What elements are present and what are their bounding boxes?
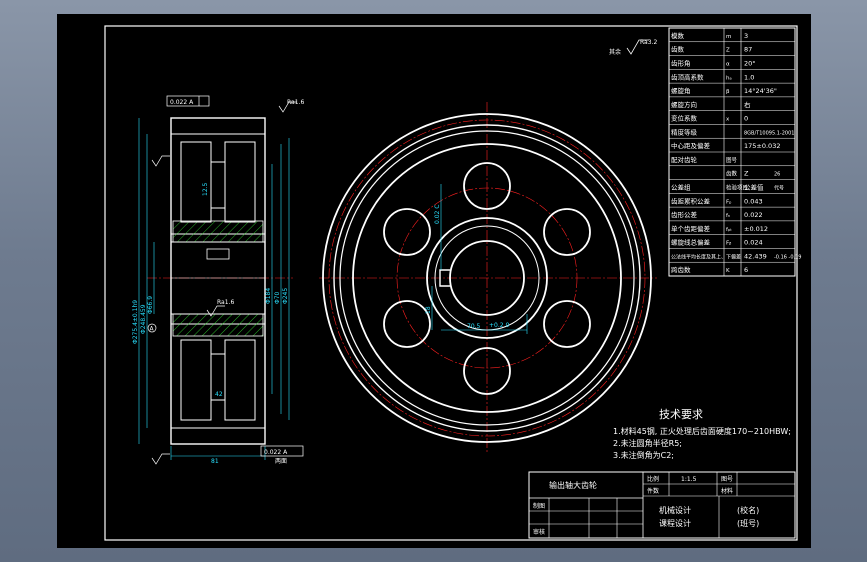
param-label: 齿数 bbox=[671, 45, 685, 54]
param-symbol: Z bbox=[726, 48, 730, 54]
dim-keyway-width: 18 bbox=[425, 306, 432, 314]
param-value: 公差值 bbox=[744, 182, 764, 191]
param-label: 螺旋角 bbox=[671, 86, 691, 95]
param-value: 0 bbox=[744, 115, 748, 123]
param-symbol: hₐ bbox=[726, 75, 732, 81]
part-name: 输出轴大齿轮 bbox=[549, 480, 597, 490]
param-symbol: x bbox=[726, 117, 730, 123]
param-symbol: m bbox=[726, 34, 731, 40]
ratio-label: 比例 bbox=[647, 475, 659, 483]
param-label: 模数 bbox=[671, 31, 685, 40]
front-view-dimensions bbox=[431, 184, 528, 334]
tolerance-bottom-text: 0.022 A bbox=[264, 449, 288, 456]
param-value: 6 bbox=[744, 266, 748, 274]
technical-requirements: 技术要求 1.材料45钢, 正火处理后齿面硬度170~210HBW; 2.未注圆… bbox=[613, 408, 791, 460]
param-label: 齿顶高系数 bbox=[671, 72, 704, 81]
param-symbol: K bbox=[726, 268, 730, 274]
tech-title: 技术要求 bbox=[659, 408, 703, 421]
param-value: 3 bbox=[744, 32, 748, 40]
param-value: 0.024 bbox=[744, 239, 763, 247]
param-label: 单个齿距偏差 bbox=[671, 224, 711, 233]
class-number: (班号) bbox=[737, 518, 759, 528]
datum-a-marker: A bbox=[147, 323, 157, 333]
dim-outer-diameter: Φ275.4±0.1h9 bbox=[132, 300, 139, 344]
dim-bore-diameter: Φ66.9 bbox=[147, 296, 154, 314]
param-value: ±0.012 bbox=[744, 225, 768, 233]
param-value: 42.439 bbox=[744, 252, 767, 260]
param-label: 齿形角 bbox=[671, 58, 691, 67]
param-value: 87 bbox=[744, 46, 752, 54]
param-symbol: Fᵦ bbox=[726, 241, 731, 247]
param-label: 跨齿数 bbox=[671, 265, 691, 274]
param-label: 公法线平均长度及其上、下偏差 bbox=[671, 253, 741, 260]
param-label: 变位系数 bbox=[671, 114, 698, 123]
param-value: 1.0 bbox=[744, 73, 754, 81]
count-label: 件数 bbox=[647, 487, 659, 495]
ratio-value: 1:1.5 bbox=[681, 476, 697, 483]
rough-top: Ra1.6 bbox=[287, 99, 304, 106]
dim-left-note: 12.5 bbox=[202, 182, 209, 196]
param-value: Z bbox=[744, 170, 749, 178]
param-symbol: fₚₜ bbox=[726, 227, 732, 233]
drawing-number-label: 图号 bbox=[721, 476, 733, 483]
param-label: 螺旋方向 bbox=[671, 100, 697, 109]
param-value: 右 bbox=[744, 100, 751, 109]
dim-web-diameter: Φ184 bbox=[265, 288, 272, 304]
param-value: 0.043 bbox=[744, 197, 763, 205]
dim-hub-diameter: Φ70 bbox=[274, 291, 281, 304]
param-value-2: 代号 bbox=[774, 184, 784, 191]
param-value: 175±0.032 bbox=[744, 142, 780, 150]
param-symbol: fₙ bbox=[726, 213, 730, 219]
tolerance-top-text: 0.022 A bbox=[170, 99, 194, 106]
dim-pitch-diameter: Φ248.459 bbox=[140, 304, 147, 334]
dim-keyway-depth-tol: +0.2 0 bbox=[489, 322, 509, 329]
dim-slot: 42 bbox=[215, 391, 223, 398]
param-label: 精度等级 bbox=[671, 127, 698, 136]
param-symbol: β bbox=[726, 89, 730, 95]
dim-face-width: 81 bbox=[211, 458, 219, 465]
param-value-2: 26 bbox=[774, 172, 780, 178]
dim-rim-diameter: Φ245 bbox=[282, 288, 289, 304]
course-name: 机械设计 bbox=[659, 505, 691, 515]
param-value-2: -0.16 -0.19 bbox=[774, 254, 801, 260]
gear-parameter-table: 模数 m 3 齿数 Z 87 齿形角 α 20° 齿顶高系数 hₐ 1.0 螺旋角 β 14°24'36" 螺… bbox=[668, 27, 801, 277]
tech-item-2: 2.未注圆角半径R5; bbox=[613, 438, 682, 448]
draw-label: 制图 bbox=[533, 502, 545, 510]
param-symbol: α bbox=[726, 61, 730, 67]
param-value: 8GB/T10095.1-2001 bbox=[744, 130, 794, 136]
param-value: 0.022 bbox=[744, 211, 763, 219]
school-name: (校名) bbox=[737, 505, 759, 515]
param-value: 20° bbox=[744, 59, 756, 67]
project-name: 课程设计 bbox=[659, 518, 691, 528]
param-label: 螺旋线总偏差 bbox=[671, 238, 711, 247]
dim-keyway-tolerance: 0.02 C bbox=[434, 205, 441, 224]
param-label: 公差组 bbox=[671, 182, 691, 191]
dim-keyway-depth: 70.5 bbox=[467, 323, 481, 330]
param-label: 齿距累积公差 bbox=[671, 196, 711, 205]
other-label: 其余 bbox=[609, 48, 621, 56]
tech-item-3: 3.未注倒角为C2; bbox=[613, 450, 674, 460]
drawing-sheet: 其余 Ra3.2 Φ275.4±0.1h9 Φ248.459 Φ66.9 Φ18… bbox=[57, 14, 811, 548]
param-label: 中心距及偏差 bbox=[671, 141, 711, 150]
param-symbol: 图号 bbox=[726, 156, 738, 164]
tech-item-1: 1.材料45钢, 正火处理后齿面硬度170~210HBW; bbox=[613, 426, 791, 436]
dim-face-width-note: 两面 bbox=[275, 458, 287, 465]
param-symbol: 齿数 bbox=[726, 170, 738, 178]
material-label: 材料 bbox=[721, 487, 733, 495]
tolerance-frame-bottom: 0.022 A bbox=[260, 445, 304, 457]
param-value: 14°24'36" bbox=[744, 87, 777, 95]
tolerance-frame-top: 0.022 A bbox=[166, 95, 210, 107]
check-label: 审核 bbox=[533, 528, 545, 536]
param-label: 配对齿轮 bbox=[671, 155, 698, 164]
roughness-symbol-other: 其余 Ra3.2 bbox=[609, 39, 657, 56]
param-symbol: Fₚ bbox=[726, 199, 732, 205]
gear-front-view bbox=[319, 102, 657, 454]
param-label: 齿形公差 bbox=[671, 210, 698, 219]
rough-value: Ra3.2 bbox=[640, 39, 657, 46]
rough-mid: Ra1.6 bbox=[217, 299, 234, 306]
